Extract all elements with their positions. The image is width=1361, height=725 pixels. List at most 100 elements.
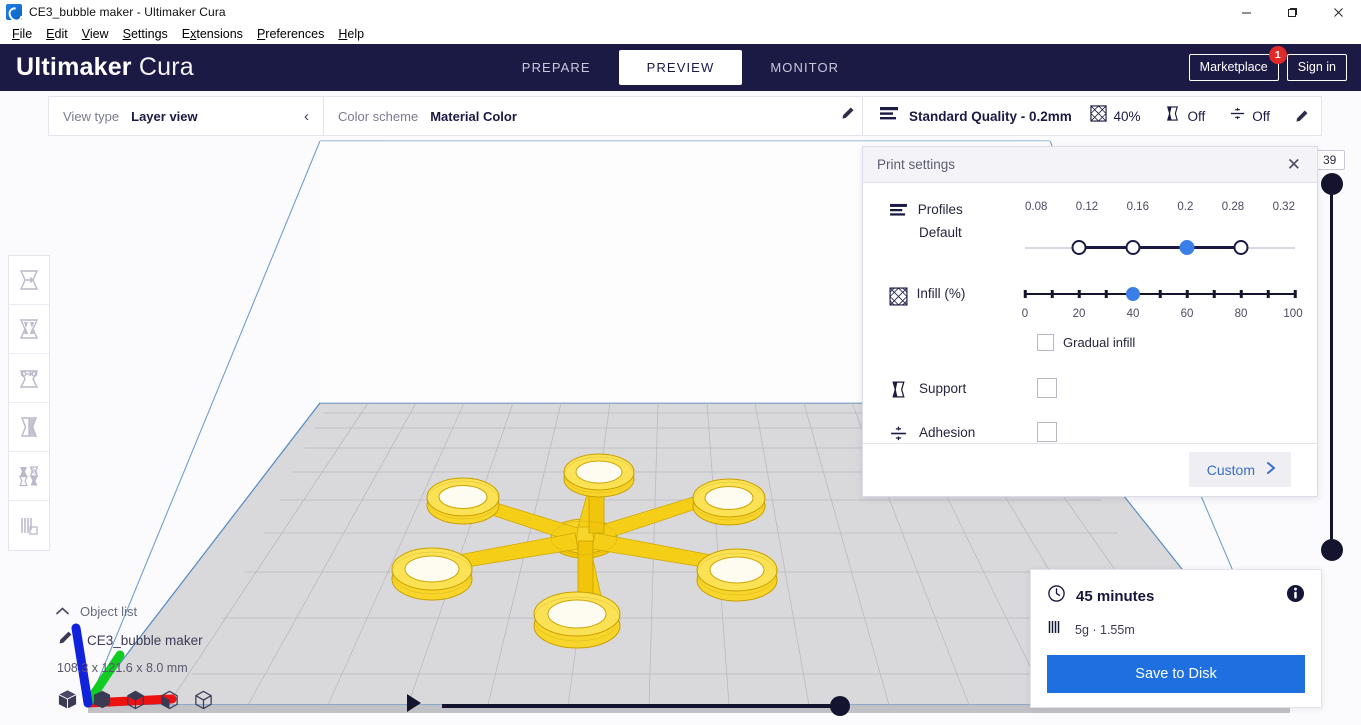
material-usage: 5g · 1.55m — [1075, 622, 1135, 637]
play-icon[interactable] — [404, 692, 424, 719]
profiles-slider[interactable] — [1025, 224, 1295, 259]
profile-handle-016[interactable] — [1125, 240, 1141, 256]
maximize-button[interactable] — [1269, 0, 1315, 24]
camera-view-buttons — [55, 675, 355, 725]
layer-slider[interactable]: 39 — [1314, 150, 1350, 561]
view-right-button[interactable] — [193, 689, 214, 715]
object-list-panel: Object list CE3_bubble maker 108.3 x 121… — [55, 604, 355, 725]
support-summary: Off — [1164, 105, 1205, 127]
tab-prepare[interactable]: PREPARE — [494, 50, 619, 85]
profile-handle-012[interactable] — [1071, 240, 1087, 256]
profile-handle-020-selected[interactable] — [1179, 240, 1195, 256]
print-job-card: 45 minutes 5g · 1.55m Save to Disk — [1030, 569, 1322, 708]
rotate-icon — [19, 370, 39, 388]
close-button[interactable] — [1315, 0, 1361, 24]
move-tool[interactable] — [9, 256, 49, 305]
profile-name: Standard Quality - 0.2mm — [909, 108, 1072, 124]
simulation-progress-slider[interactable] — [442, 695, 850, 716]
support-blocker-tool[interactable] — [9, 501, 49, 550]
view-3d-button[interactable] — [57, 689, 78, 715]
header-actions: Marketplace 1 Sign in — [1188, 46, 1347, 81]
infill-tick — [1266, 289, 1270, 298]
profile-handle-028[interactable] — [1233, 240, 1249, 256]
menu-preferences[interactable]: Preferences — [250, 25, 331, 43]
rotate-tool[interactable] — [9, 354, 49, 403]
adhesion-icon — [1229, 105, 1246, 127]
menu-view[interactable]: View — [75, 25, 116, 43]
print-settings-title: Print settings — [877, 156, 956, 172]
color-scheme-selector[interactable]: Color scheme Material Color — [324, 96, 870, 136]
infill-tick-label: 80 — [1234, 307, 1248, 320]
menu-bar: File Edit View Settings Extensions Prefe… — [0, 24, 1361, 44]
sign-in-button[interactable]: Sign in — [1286, 54, 1347, 81]
support-control[interactable] — [1037, 378, 1057, 399]
mirror-icon — [20, 417, 38, 437]
chevron-up-icon[interactable] — [55, 604, 70, 619]
marketplace-label: Marketplace — [1199, 60, 1268, 74]
simulation-handle[interactable] — [830, 695, 850, 716]
profiles-row: Profiles 0.08 0.12 0.16 0.2 0.28 0.32 — [863, 201, 1317, 218]
info-icon[interactable] — [1286, 584, 1305, 608]
layer-slider-track — [1330, 184, 1333, 550]
infill-tick — [1239, 289, 1243, 298]
minimize-button[interactable] — [1223, 0, 1269, 24]
pencil-icon[interactable] — [840, 106, 855, 126]
infill-tick — [1104, 289, 1108, 298]
adhesion-checkbox[interactable] — [1037, 422, 1057, 443]
profile-tick: 0.08 — [1025, 200, 1048, 213]
marketplace-badge: 1 — [1268, 46, 1287, 64]
color-scheme-label: Color scheme — [338, 108, 419, 124]
infill-tick-label: 100 — [1283, 307, 1303, 320]
view-type-value: Layer view — [131, 108, 198, 124]
menu-help[interactable]: Help — [331, 25, 371, 43]
profiles-slider-block: 0.08 0.12 0.16 0.2 0.28 0.32 — [1025, 200, 1295, 213]
menu-extensions[interactable]: Extensions — [175, 25, 250, 43]
adhesion-control[interactable] — [1037, 422, 1057, 443]
layer-slider-lower-handle[interactable] — [1320, 539, 1343, 561]
tab-preview[interactable]: PREVIEW — [618, 50, 743, 85]
print-settings-summary-bar[interactable]: Standard Quality - 0.2mm 40% Off Off — [862, 96, 1322, 136]
support-label: Support — [919, 381, 967, 397]
view-top-button[interactable] — [125, 689, 146, 715]
infill-tick — [1158, 289, 1162, 298]
marketplace-button[interactable]: Marketplace 1 — [1188, 46, 1287, 81]
scale-tool[interactable] — [9, 305, 49, 354]
model-toolbar — [8, 255, 50, 551]
adhesion-label: Adhesion — [919, 425, 976, 441]
tab-monitor[interactable]: MONITOR — [742, 50, 867, 85]
layer-slider-upper-handle[interactable] — [1320, 173, 1343, 195]
chevron-left-icon[interactable]: ‹ — [300, 108, 313, 125]
chevron-right-icon — [1265, 461, 1277, 478]
pencil-icon[interactable] — [57, 630, 73, 651]
profiles-track-active — [1079, 246, 1241, 250]
pencil-icon[interactable] — [1294, 109, 1309, 124]
mirror-tool[interactable] — [9, 403, 49, 452]
object-list-item[interactable]: CE3_bubble maker — [55, 626, 355, 655]
gradual-infill-checkbox[interactable] — [1037, 333, 1054, 351]
gradual-infill-control[interactable]: Gradual infill — [1037, 333, 1135, 351]
infill-slider[interactable] — [1023, 285, 1297, 303]
close-icon[interactable]: ✕ — [1283, 154, 1305, 175]
profile-tick: 0.28 — [1221, 200, 1245, 213]
menu-settings[interactable]: Settings — [116, 25, 175, 43]
object-list-title: Object list — [80, 604, 138, 619]
save-to-disk-button[interactable]: Save to Disk — [1047, 655, 1305, 693]
menu-edit[interactable]: Edit — [39, 25, 75, 43]
scale-icon — [19, 319, 39, 339]
infill-icon — [1090, 105, 1108, 127]
support-checkbox[interactable] — [1037, 378, 1057, 399]
view-left-button[interactable] — [159, 689, 180, 715]
infill-handle[interactable] — [1126, 287, 1140, 302]
view-type-selector[interactable]: View type Layer view ‹ — [48, 96, 324, 136]
profile-tick: 0.12 — [1075, 200, 1099, 213]
menu-file[interactable]: File — [5, 25, 39, 43]
custom-settings-button[interactable]: Custom — [1188, 452, 1291, 488]
layers-icon — [879, 106, 899, 127]
infill-icon — [889, 285, 917, 306]
per-model-settings-tool[interactable] — [9, 452, 49, 501]
profile-tick: 0.32 — [1272, 200, 1295, 213]
infill-tick — [1293, 289, 1297, 298]
view-front-button[interactable] — [91, 689, 112, 715]
object-list-header[interactable]: Object list — [55, 604, 355, 626]
